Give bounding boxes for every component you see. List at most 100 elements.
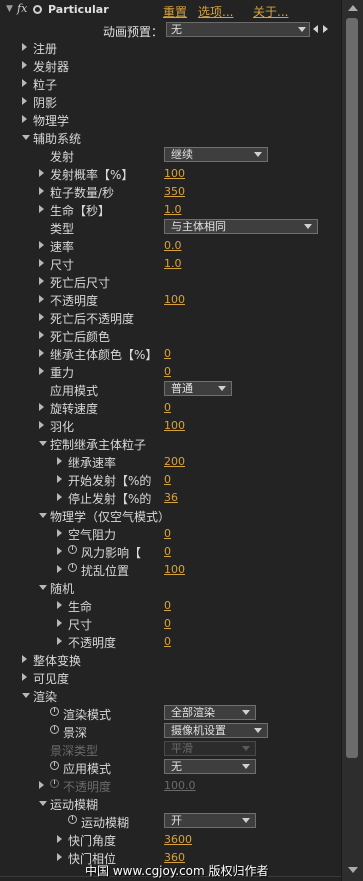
property-row[interactable]: 景深 摄像机设置	[0, 722, 341, 740]
twisty-closed-icon[interactable]	[57, 457, 62, 465]
property-value[interactable]: 100	[164, 167, 185, 180]
property-row[interactable]: 继承主体颜色【%】 0	[0, 344, 341, 362]
property-row[interactable]: 风力影响【 0	[0, 542, 341, 560]
property-row[interactable]: 粒子	[0, 74, 341, 92]
property-select[interactable]: 普通	[164, 381, 232, 396]
property-value[interactable]: 100	[164, 563, 185, 576]
property-row[interactable]: 粒子数量/秒 350	[0, 182, 341, 200]
property-row[interactable]: 运动模糊	[0, 794, 341, 812]
stopwatch-icon[interactable]	[68, 563, 77, 572]
stopwatch-icon[interactable]	[50, 707, 59, 716]
twisty-open-icon[interactable]	[22, 135, 30, 140]
twisty-closed-icon[interactable]	[22, 43, 27, 51]
property-row[interactable]: 继承速率 200	[0, 452, 341, 470]
property-row[interactable]: 尺寸 1.0	[0, 254, 341, 272]
fx-toggle-icon[interactable]: fx	[17, 2, 27, 15]
vertical-scrollbar[interactable]	[341, 0, 363, 881]
twisty-closed-icon[interactable]	[57, 637, 62, 645]
property-select[interactable]: 全部渲染	[164, 705, 256, 720]
property-row[interactable]: 物理学（仅空气模式）	[0, 506, 341, 524]
twisty-closed-icon[interactable]	[22, 655, 27, 663]
property-row[interactable]: 注册	[0, 38, 341, 56]
twisty-closed-icon[interactable]	[39, 295, 44, 303]
property-row[interactable]: 停止发射【%的 36	[0, 488, 341, 506]
about-link[interactable]: 关于...	[253, 3, 288, 20]
twisty-closed-icon[interactable]	[57, 475, 62, 483]
twisty-open-icon[interactable]	[22, 693, 30, 698]
property-row[interactable]: 控制继承主体粒子	[0, 434, 341, 452]
twisty-closed-icon[interactable]	[39, 187, 44, 195]
property-value[interactable]: 0	[164, 365, 171, 378]
property-row[interactable]: 渲染	[0, 686, 341, 704]
property-select[interactable]: 开	[164, 813, 256, 828]
property-row[interactable]: 空气阻力 0	[0, 524, 341, 542]
twisty-closed-icon[interactable]	[39, 403, 44, 411]
property-value[interactable]: 0	[164, 401, 171, 414]
twisty-open-icon[interactable]	[39, 513, 47, 518]
next-preset-icon[interactable]	[323, 25, 328, 33]
property-value[interactable]: 0	[164, 599, 171, 612]
twisty-closed-icon[interactable]	[22, 673, 27, 681]
twisty-closed-icon[interactable]	[57, 853, 62, 861]
property-value[interactable]: 100	[164, 419, 185, 432]
twisty-closed-icon[interactable]	[22, 61, 27, 69]
twisty-closed-icon[interactable]	[39, 277, 44, 285]
property-select[interactable]: 平滑	[164, 741, 256, 756]
property-row[interactable]: 物理学	[0, 110, 341, 128]
property-value[interactable]: 350	[164, 185, 185, 198]
property-row[interactable]: 不透明度 0	[0, 632, 341, 650]
previous-preset-icon[interactable]	[313, 25, 318, 33]
property-row[interactable]: 运动模糊 开	[0, 812, 341, 830]
property-row[interactable]: 应用模式 普通	[0, 380, 341, 398]
property-value[interactable]: 0	[164, 635, 171, 648]
property-row[interactable]: 羽化 100	[0, 416, 341, 434]
property-select[interactable]: 摄像机设置	[164, 723, 268, 738]
twisty-closed-icon[interactable]	[57, 529, 62, 537]
property-row[interactable]: 随机	[0, 578, 341, 596]
twisty-closed-icon[interactable]	[39, 313, 44, 321]
property-value[interactable]: 3600	[164, 833, 192, 846]
twisty-closed-icon[interactable]	[39, 241, 44, 249]
scroll-down-icon[interactable]	[348, 867, 358, 873]
property-value[interactable]: 0.0	[164, 239, 182, 252]
property-row[interactable]: 景深类型 平滑	[0, 740, 341, 758]
twisty-closed-icon[interactable]	[22, 115, 27, 123]
property-row[interactable]: 死亡后尺寸	[0, 272, 341, 290]
property-value[interactable]: 36	[164, 491, 178, 504]
property-select[interactable]: 与主体相同	[164, 219, 318, 234]
property-row[interactable]: 旋转速度 0	[0, 398, 341, 416]
twisty-closed-icon[interactable]	[57, 565, 62, 573]
property-row[interactable]: 发射概率【%】 100	[0, 164, 341, 182]
twisty-open-icon[interactable]	[39, 585, 47, 590]
stopwatch-icon[interactable]	[68, 545, 77, 554]
property-row[interactable]: 开始发射【%的 0	[0, 470, 341, 488]
stopwatch-icon[interactable]	[50, 779, 59, 788]
property-select[interactable]: 继续	[164, 147, 268, 162]
property-row[interactable]: 整体变换	[0, 650, 341, 668]
stopwatch-icon[interactable]	[50, 725, 59, 734]
twisty-closed-icon[interactable]	[57, 601, 62, 609]
twisty-closed-icon[interactable]	[57, 493, 62, 501]
property-row[interactable]: 发射器	[0, 56, 341, 74]
property-row[interactable]: 发射 继续	[0, 146, 341, 164]
property-row[interactable]: 可见度	[0, 668, 341, 686]
property-row[interactable]: 不透明度 100.0	[0, 776, 341, 794]
property-row[interactable]: 类型 与主体相同	[0, 218, 341, 236]
property-value[interactable]: 0	[164, 545, 171, 558]
twisty-closed-icon[interactable]	[39, 367, 44, 375]
twisty-open-icon[interactable]	[39, 441, 47, 446]
scroll-thumb[interactable]	[346, 18, 358, 758]
property-row[interactable]: 辅助系统	[0, 128, 341, 146]
property-row[interactable]: 快门角度 3600	[0, 830, 341, 848]
stopwatch-icon[interactable]	[50, 761, 59, 770]
twisty-closed-icon[interactable]	[39, 349, 44, 357]
property-row[interactable]: 渲染模式 全部渲染	[0, 704, 341, 722]
property-value[interactable]: 1.0	[164, 257, 182, 270]
property-value[interactable]: 0	[164, 473, 171, 486]
twisty-closed-icon[interactable]	[57, 547, 62, 555]
property-value[interactable]: 100.0	[164, 779, 196, 792]
property-row[interactable]: 应用模式 无	[0, 758, 341, 776]
twisty-closed-icon[interactable]	[22, 79, 27, 87]
property-row[interactable]: 死亡后不透明度	[0, 308, 341, 326]
twisty-closed-icon[interactable]	[39, 169, 44, 177]
